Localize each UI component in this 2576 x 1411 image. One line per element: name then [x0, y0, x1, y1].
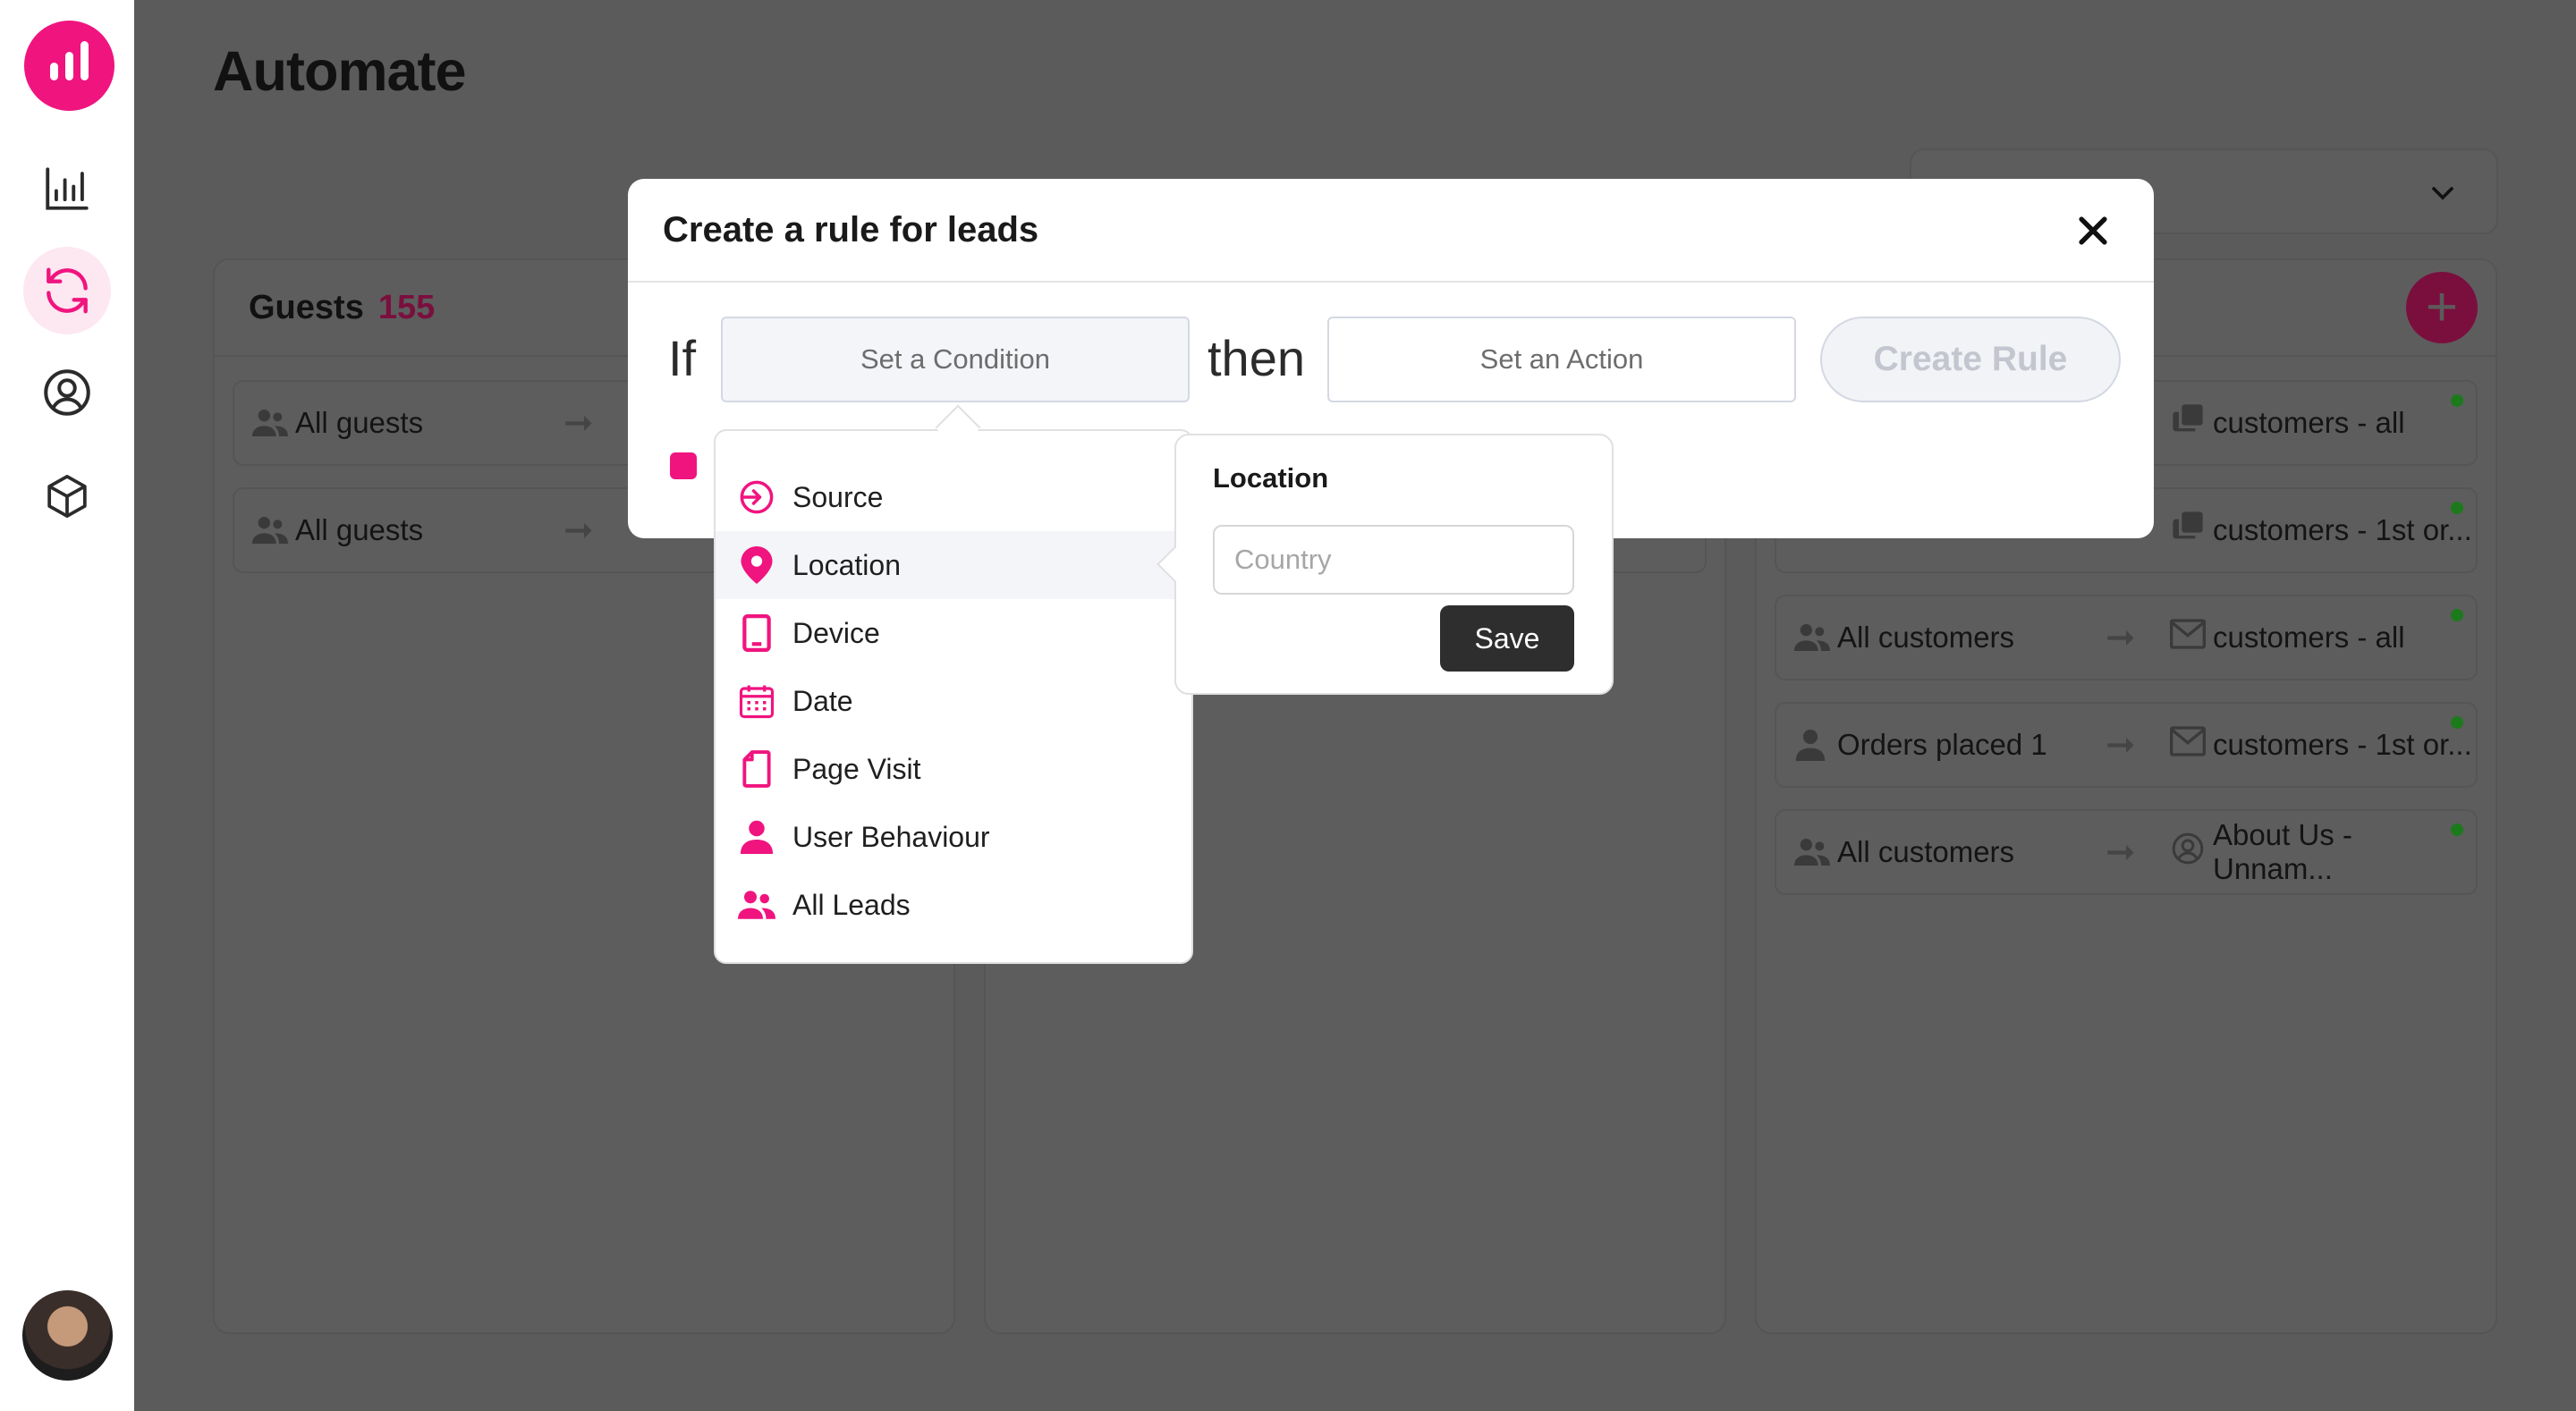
modal-title: Create a rule for leads: [663, 209, 1039, 249]
location-title: Location: [1213, 462, 1329, 494]
location-pin-icon: [737, 545, 776, 585]
users-icon: [252, 406, 290, 440]
status-dot: [2451, 824, 2463, 836]
condition-menu: Source Location Device Date Page Visit U…: [714, 429, 1193, 964]
page-icon: [737, 749, 776, 789]
source-icon: [737, 477, 776, 517]
arrow-right-icon: ➞: [564, 403, 594, 443]
menu-item-label: All Leads: [792, 888, 911, 921]
users-icon: [252, 513, 290, 547]
rule-row[interactable]: All customers ➞ customers - all: [1775, 595, 2478, 680]
sidebar: [0, 0, 134, 1411]
rule-source: All customers: [1837, 835, 2015, 868]
location-popover: Location Save: [1174, 434, 1614, 695]
checkbox[interactable]: [670, 452, 697, 479]
copy-icon: [2170, 401, 2206, 444]
cube-icon[interactable]: [23, 452, 111, 540]
menu-item-page-visit[interactable]: Page Visit: [716, 735, 1191, 803]
bar-chart-icon[interactable]: [23, 145, 111, 232]
menu-item-date[interactable]: Date: [716, 667, 1191, 735]
menu-item-source[interactable]: Source: [716, 463, 1191, 531]
users-icon: [1794, 621, 1832, 655]
panel-title: Guests: [249, 288, 364, 326]
menu-item-label: User Behaviour: [792, 820, 990, 853]
rule-source: All guests: [295, 406, 424, 439]
then-label: then: [1208, 330, 1305, 386]
menu-item-label: Page Visit: [792, 752, 921, 785]
set-condition-button[interactable]: Set a Condition: [721, 317, 1190, 402]
users-icon: [737, 885, 776, 925]
tablet-icon: [737, 613, 776, 653]
menu-item-label: Device: [792, 616, 880, 649]
save-button[interactable]: Save: [1440, 605, 1574, 672]
set-action-button[interactable]: Set an Action: [1327, 317, 1796, 402]
app-logo[interactable]: [24, 21, 114, 111]
user-icon: [737, 817, 776, 857]
panel-count: 155: [377, 288, 436, 326]
chevron-down-icon: [2432, 187, 2453, 200]
menu-item-user-behaviour[interactable]: User Behaviour: [716, 803, 1191, 871]
rule-row[interactable]: All customers ➞ About Us - Unnam...: [1775, 809, 2478, 895]
rule-target: customers - 1st or...: [2213, 513, 2472, 546]
arrow-right-icon: ➞: [2106, 618, 2136, 657]
users-icon: [1794, 835, 1832, 869]
rule-source: All customers: [1837, 621, 2015, 654]
refresh-icon[interactable]: [23, 247, 111, 334]
menu-item-label: Source: [792, 480, 884, 513]
rule-target: customers - all: [2213, 406, 2405, 439]
rule-source: All guests: [295, 513, 424, 546]
rule-row[interactable]: Orders placed 1 ➞ customers - 1st or...: [1775, 702, 2478, 788]
rule-target: customers - 1st or...: [2213, 728, 2472, 761]
country-input[interactable]: [1213, 525, 1574, 595]
avatar[interactable]: [22, 1290, 113, 1381]
page-title: Automate: [213, 40, 467, 103]
menu-item-all-leads[interactable]: All Leads: [716, 871, 1191, 939]
menu-item-device[interactable]: Device: [716, 599, 1191, 667]
arrow-right-icon: ➞: [2106, 725, 2136, 765]
menu-item-label: Location: [792, 548, 901, 581]
rule-target: About Us - Unnam...: [2213, 818, 2352, 885]
menu-item-label: Date: [792, 684, 853, 717]
add-rule-button[interactable]: +: [2406, 272, 2478, 343]
if-label: If: [668, 330, 697, 386]
status-dot: [2451, 394, 2463, 407]
status-dot: [2451, 716, 2463, 729]
calendar-icon: [737, 681, 776, 721]
rule-source: Orders placed 1: [1837, 728, 2047, 761]
arrow-right-icon: ➞: [564, 511, 594, 550]
user-circle-icon[interactable]: [23, 349, 111, 436]
close-icon[interactable]: [2073, 211, 2113, 250]
user-icon: [1794, 728, 1832, 762]
rule-target: customers - all: [2213, 621, 2405, 654]
status-dot: [2451, 609, 2463, 621]
status-dot: [2451, 502, 2463, 514]
menu-item-location[interactable]: Location: [716, 531, 1191, 599]
create-rule-button[interactable]: Create Rule: [1820, 317, 2121, 402]
mail-icon: [2170, 726, 2206, 764]
arrow-right-icon: ➞: [2106, 832, 2136, 872]
mail-icon: [2170, 619, 2206, 656]
user-circle-icon: [2170, 831, 2206, 874]
copy-icon: [2170, 509, 2206, 552]
